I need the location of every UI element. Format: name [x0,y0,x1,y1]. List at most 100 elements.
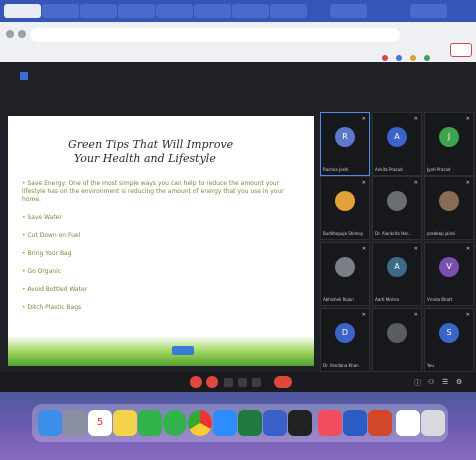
app-icon[interactable] [263,410,287,436]
participant-tile[interactable]: ✕ S You [424,308,474,372]
browser-tab[interactable] [42,4,79,18]
participant-tile[interactable]: ✕ Abhishek Rojan [320,242,370,306]
avatar: V [439,257,459,277]
activities-icon[interactable]: ⚙ [456,378,462,386]
mic-muted-icon: ✕ [413,246,418,252]
participant-name: You [427,363,434,368]
participant-name: Dr. Alankrita Har... [375,231,412,236]
participant-name: Ankita Prasad [375,167,403,172]
participant-tile[interactable]: ✕ [372,308,422,372]
participant-tile[interactable]: ✕ A Aarti Mishra [372,242,422,306]
avatar: D [335,323,355,343]
profile-button[interactable] [450,43,472,57]
browser-tab[interactable] [80,4,117,18]
participant-tile[interactable]: ✕ V Vrinda Bhatt [424,242,474,306]
participant-tile[interactable]: ✕ A Ankita Prasad [372,112,422,176]
camera-off-icon[interactable] [206,376,218,388]
slide-bullet: Avoid Bottled Water [22,286,302,294]
mic-muted-icon: ✕ [413,180,418,186]
address-bar[interactable] [30,28,400,42]
slide-title-line: Green Tips That Will Improve [68,138,234,151]
avatar [335,257,355,277]
onenote-icon[interactable] [396,410,420,436]
mic-muted-icon: ✕ [465,246,470,252]
participant-tile[interactable]: ✕ R Rachna Joshi [320,112,370,176]
browser-tab[interactable] [232,4,269,18]
back-icon[interactable] [6,30,14,38]
slide-background-grass [8,336,314,366]
calendar-icon[interactable]: 5 [88,410,112,436]
slide-bullet-list: Save Energy: One of the most simple ways… [22,180,302,322]
mic-muted-icon: ✕ [413,312,418,318]
avatar: A [387,127,407,147]
avatar: J [439,127,459,147]
mic-muted-icon: ✕ [465,116,470,122]
participant-name: Buddhapuja Shimoy [323,231,364,236]
notes-icon[interactable] [113,410,137,436]
powerpoint-icon[interactable] [368,410,392,436]
people-icon[interactable]: ⚇ [428,378,434,386]
captions-icon[interactable] [224,378,233,387]
avatar: R [335,127,355,147]
slide-bullet: Go Organic [22,268,302,276]
trash-icon[interactable] [421,410,445,436]
participant-name: Dr. Vandana Khan [323,363,359,368]
participant-name: pradeep jainsi [427,231,456,236]
avatar [439,191,459,211]
avatar: A [387,257,407,277]
raise-hand-icon[interactable] [252,378,261,387]
participant-name: Abhishek Rojan [323,297,354,302]
slide-bullet: Bring Your Bag [22,250,302,258]
slide-title-line: Your Health and Lifestyle [74,152,216,165]
browser-tab[interactable] [270,4,307,18]
zoom-icon[interactable] [213,410,237,436]
mic-off-icon[interactable] [190,376,202,388]
participant-name: Jyoti Prasad [427,167,451,172]
reload-icon[interactable] [18,30,26,38]
music-icon[interactable] [318,410,342,436]
slide-bullet: Ditch Plastic Bags [22,304,302,312]
browser-tab-bar [0,0,476,22]
slide-bullet: Save Water [22,214,302,222]
finder-icon[interactable] [38,410,62,436]
mic-muted-icon: ✕ [465,180,470,186]
participant-tile[interactable]: ✕ pradeep jainsi [424,176,474,240]
participant-tile[interactable]: ✕ J Jyoti Prasad [424,112,474,176]
slide-title: Green Tips That Will Improve Your Health… [68,138,268,166]
mic-muted-icon: ✕ [465,312,470,318]
participant-tile[interactable]: ✕ Dr. Alankrita Har... [372,176,422,240]
avatar [387,323,407,343]
participant-name: Vrinda Bhatt [427,297,453,302]
facetime-icon[interactable] [138,410,162,436]
bookmarks-bar [8,46,448,58]
browser-tab[interactable] [156,4,193,18]
chat-icon[interactable]: ☰ [442,378,448,386]
mic-muted-icon: ✕ [361,180,366,186]
participant-tile[interactable]: ✕ Buddhapuja Shimoy [320,176,370,240]
mic-muted-icon: ✕ [361,312,366,318]
browser-tab[interactable] [4,4,41,18]
meeting-logo-icon [20,72,28,80]
browser-tab[interactable] [118,4,155,18]
mic-muted-icon: ✕ [361,246,366,252]
participant-tile[interactable]: ✕ D Dr. Vandana Khan [320,308,370,372]
word-icon[interactable] [343,410,367,436]
whatsapp-icon[interactable] [163,410,187,436]
tv-icon[interactable] [288,410,312,436]
slide-bullet: Save Energy: One of the most simple ways… [22,180,302,204]
avatar: S [439,323,459,343]
mic-muted-icon: ✕ [361,116,366,122]
mic-muted-icon: ✕ [413,116,418,122]
leave-call-button[interactable] [274,376,292,388]
slide-bullet: Cut Down on Fuel [22,232,302,240]
avatar [335,191,355,211]
slide-action-button[interactable] [172,346,194,355]
excel-icon[interactable] [238,410,262,436]
info-icon[interactable]: ⓘ [414,378,421,388]
browser-tab[interactable] [194,4,231,18]
chrome-icon[interactable] [188,410,212,436]
present-icon[interactable] [238,378,247,387]
browser-tab[interactable] [410,4,447,18]
browser-tab[interactable] [330,4,367,18]
launchpad-icon[interactable] [63,410,87,436]
